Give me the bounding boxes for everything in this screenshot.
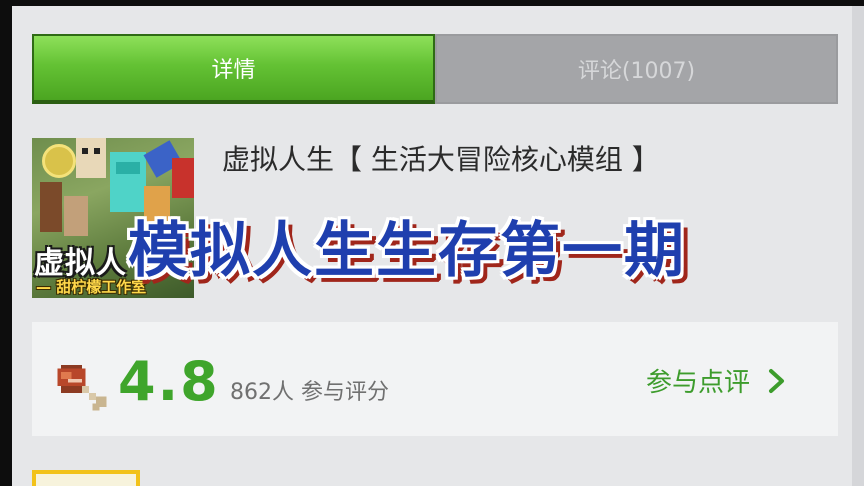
app-screen: 详情 评论(1007) 虚拟人 — 甜柠檬工作室 虚拟人生【 生活大冒险核心模组… — [12, 6, 864, 486]
rating-participants: 862人 参与评分 — [230, 380, 389, 405]
rating-panel: 4.8 862人 参与评分 参与点评 — [32, 322, 838, 436]
tab-details[interactable]: 详情 — [32, 34, 435, 104]
next-item-thumbnail[interactable] — [32, 470, 140, 486]
write-review-label: 参与点评 — [646, 368, 751, 398]
chevron-right-icon — [769, 368, 785, 393]
video-caption-overlay: 模拟人生生存第一期 — [128, 216, 686, 286]
meat-icon — [57, 365, 107, 411]
rating-score: 4.8 — [118, 350, 220, 413]
scroll-edge — [852, 6, 864, 486]
write-review-button[interactable]: 参与点评 — [646, 362, 788, 399]
tab-bar: 详情 评论(1007) — [32, 34, 838, 104]
product-title: 虚拟人生【 生活大冒险核心模组 】 — [222, 143, 660, 176]
tab-reviews[interactable]: 评论(1007) — [435, 34, 838, 104]
